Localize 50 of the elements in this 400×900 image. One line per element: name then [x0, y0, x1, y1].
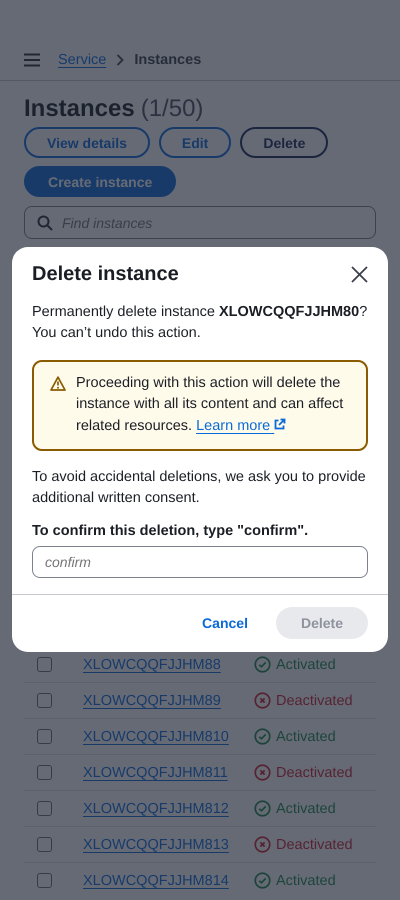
row-checkbox[interactable]	[37, 729, 52, 744]
action-button[interactable]: Delete	[240, 127, 328, 158]
row-checkbox[interactable]	[37, 837, 52, 852]
check-circle-icon	[254, 800, 271, 817]
breadcrumb-current: Instances	[134, 52, 202, 68]
instance-link[interactable]: XLOWCQQFJJHM88	[83, 656, 221, 672]
row-checkbox[interactable]	[37, 693, 52, 708]
status-text: Activated	[276, 728, 336, 744]
dialog-title: Delete instance	[32, 263, 179, 286]
primary-button[interactable]: Create instance	[24, 166, 176, 197]
breadcrumb-link[interactable]: Service	[58, 52, 106, 68]
row-checkbox[interactable]	[37, 801, 52, 816]
error-circle-icon	[254, 836, 271, 853]
row-checkbox[interactable]	[37, 765, 52, 780]
dialog-message: Permanently delete instance XLOWCQQFJJHM80? You can’t undo this action.	[32, 303, 368, 343]
close-icon[interactable]	[351, 266, 368, 283]
field-label: To confirm this deletion, type "confirm".	[32, 522, 310, 541]
instance-link[interactable]: XLOWCQQFJJHM811	[83, 764, 228, 780]
warning-icon	[50, 376, 66, 391]
action-button[interactable]: Edit	[158, 127, 232, 158]
error-circle-icon	[254, 692, 271, 709]
instance-link[interactable]: XLOWCQQFJJHM813	[83, 836, 229, 852]
action-button[interactable]: View details	[24, 127, 150, 158]
cancel-button[interactable]: Cancel	[198, 607, 252, 639]
status-text: Activated	[276, 872, 336, 888]
status-text: Deactivated	[276, 692, 353, 708]
check-circle-icon	[254, 656, 271, 673]
page-title: Instances	[24, 95, 135, 123]
status-text: Deactivated	[276, 764, 353, 780]
row-checkbox[interactable]	[37, 873, 52, 888]
instance-link[interactable]: XLOWCQQFJJHM812	[83, 800, 229, 816]
confirm-input[interactable]: confirm	[32, 546, 368, 578]
status-text: Deactivated	[276, 836, 353, 852]
external-link-icon	[274, 418, 286, 430]
status-text: Activated	[276, 800, 336, 816]
menu-icon[interactable]	[24, 53, 40, 67]
warning-text: Proceeding with this action will delete the instance with all its content and can affect related resources. Learn more	[76, 374, 344, 436]
consent-text: To avoid accidental deletions, we ask you to provide additional written consent.	[32, 468, 367, 508]
instance-link[interactable]: XLOWCQQFJJHM810	[83, 728, 229, 744]
instance-count: (1/50)	[140, 95, 204, 123]
search-icon	[37, 215, 53, 231]
check-circle-icon	[254, 728, 271, 745]
instance-link[interactable]: XLOWCQQFJJHM89	[83, 692, 221, 708]
status-text: Activated	[276, 656, 336, 672]
chevron-right-icon	[116, 54, 124, 66]
check-circle-icon	[254, 872, 271, 889]
row-checkbox[interactable]	[37, 657, 52, 672]
error-circle-icon	[254, 764, 271, 781]
instance-link[interactable]: XLOWCQQFJJHM814	[83, 872, 229, 888]
learn-more-link[interactable]: Learn more	[196, 418, 286, 434]
